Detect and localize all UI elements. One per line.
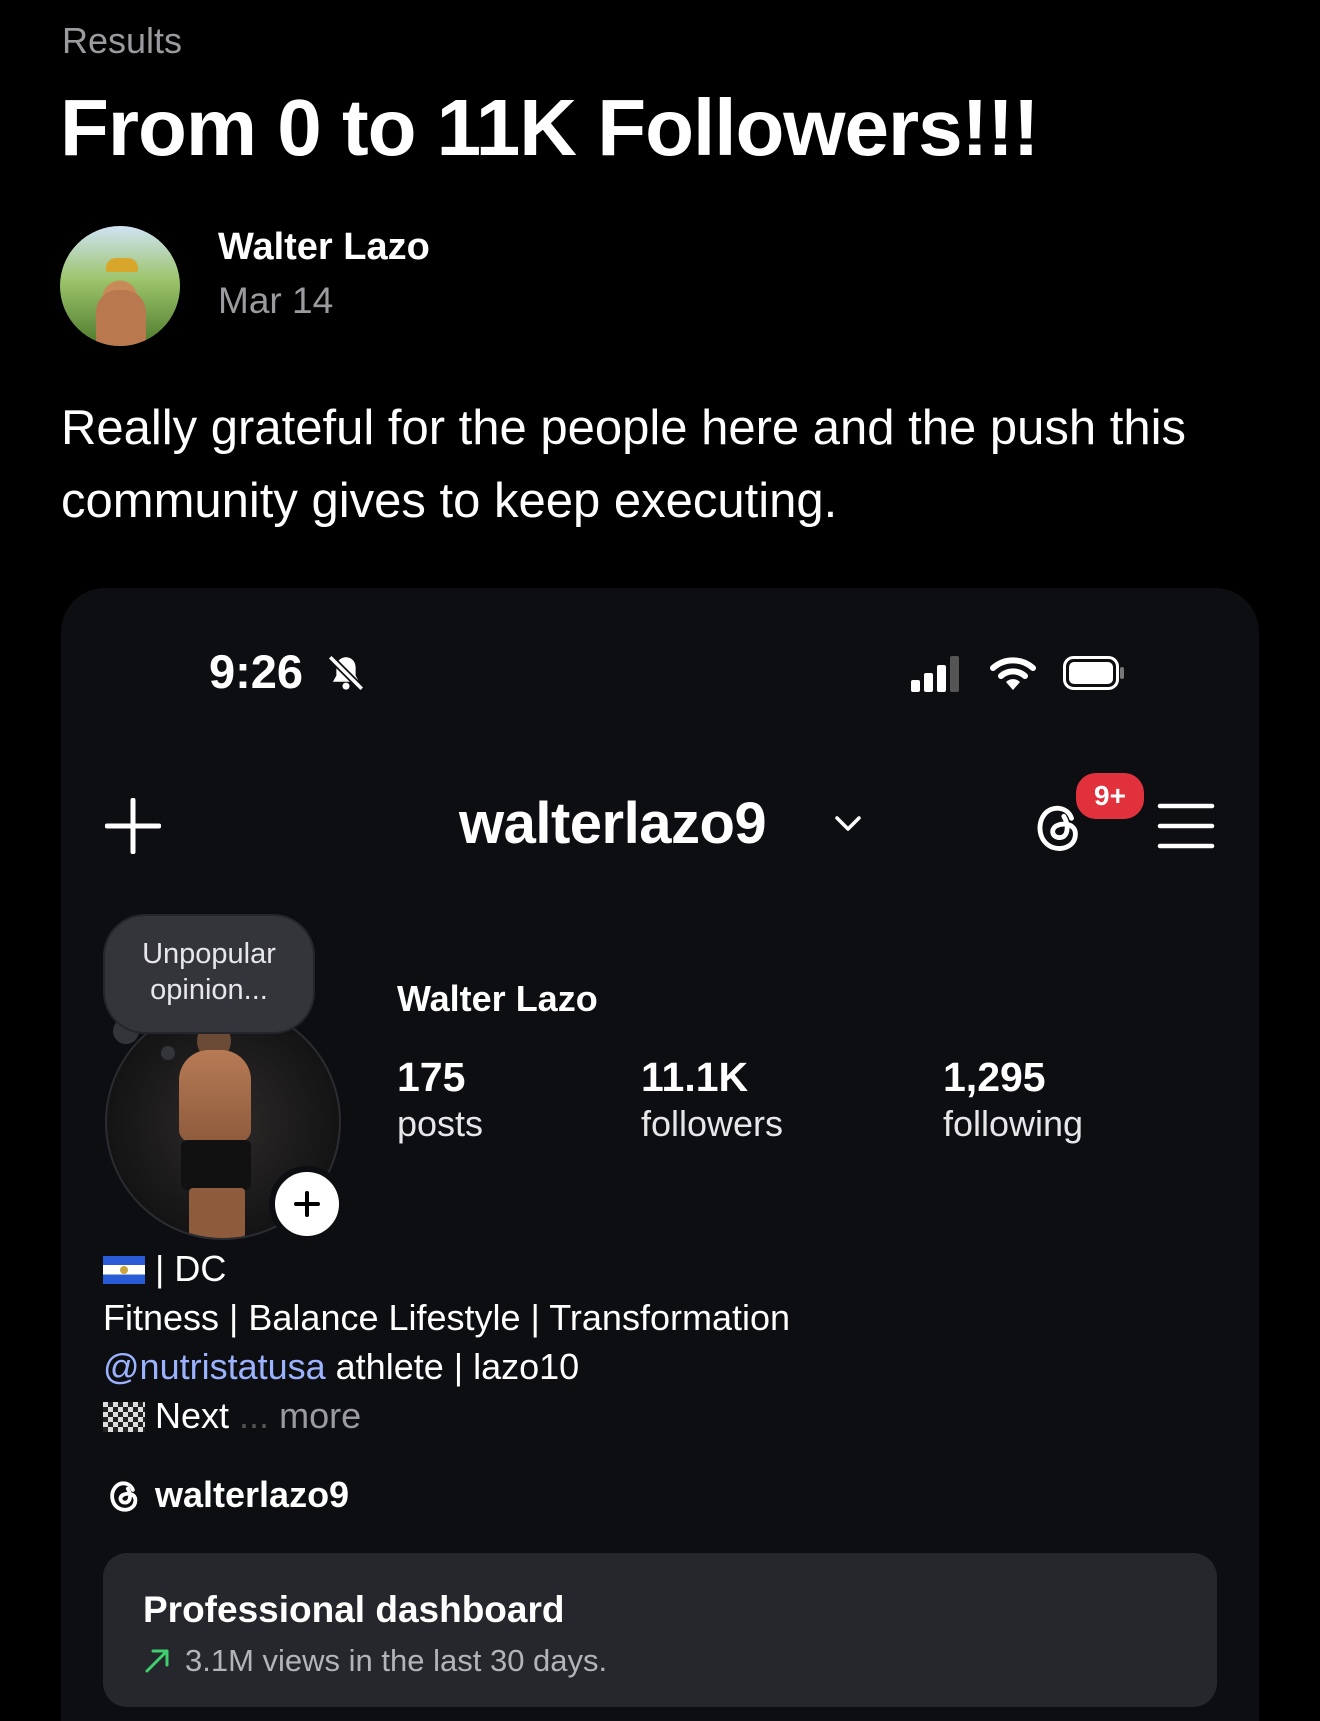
bio-ellipsis: ...	[239, 1395, 270, 1436]
dashboard-subtitle: 3.1M views in the last 30 days.	[185, 1643, 608, 1678]
post-title: From 0 to 11K Followers!!!	[60, 83, 1040, 172]
note-bubble-tail	[161, 1046, 175, 1060]
posts-stat[interactable]: 175 posts	[397, 1054, 483, 1145]
trend-up-arrow-icon	[145, 1649, 169, 1673]
post-body: Really grateful for the people here and …	[61, 401, 1187, 528]
threads-handle: walterlazo9	[155, 1474, 350, 1515]
author-name[interactable]: Walter Lazo	[218, 226, 430, 269]
bio-next-text: Next	[155, 1395, 230, 1436]
bio-mention-link[interactable]: @nutristatusa	[103, 1346, 326, 1387]
bio-line-next: Next ... more	[103, 1391, 790, 1440]
menu-icon[interactable]	[1157, 800, 1215, 852]
following-label: following	[943, 1103, 1084, 1144]
bio-more-link[interactable]: more	[279, 1395, 361, 1436]
dashboard-subtitle-row: 3.1M views in the last 30 days.	[143, 1643, 607, 1679]
bio-mention-rest: athlete | lazo10	[325, 1346, 580, 1387]
professional-dashboard-card[interactable]: Professional dashboard 3.1M views in the…	[103, 1553, 1217, 1707]
following-count: 1,295	[943, 1054, 1046, 1100]
bio-location-text: | DC	[155, 1248, 227, 1289]
profile-bio: | DC Fitness | Balance Lifestyle | Trans…	[103, 1244, 790, 1440]
post-date: Mar 14	[218, 280, 334, 321]
followers-label: followers	[641, 1103, 784, 1144]
create-plus-icon[interactable]	[105, 798, 161, 854]
threads-profile-link[interactable]: walterlazo9	[105, 1474, 349, 1516]
threads-icon	[110, 1481, 138, 1512]
signal-icon	[911, 656, 959, 692]
posts-label: posts	[397, 1103, 484, 1144]
posts-count: 175	[397, 1054, 466, 1100]
note-bubble[interactable]: Unpopular opinion...	[105, 916, 313, 1032]
bio-line-mention: @nutristatusa athlete | lazo10	[103, 1342, 790, 1391]
post-category[interactable]: Results	[62, 20, 182, 62]
followers-stat[interactable]: 11.1K followers	[641, 1054, 783, 1145]
post-page: Results From 0 to 11K Followers!!! Walte…	[0, 0, 1320, 1721]
el-salvador-flag-icon	[103, 1256, 145, 1284]
notification-badge[interactable]: 9+	[1073, 770, 1147, 822]
add-story-button[interactable]	[269, 1166, 345, 1242]
followers-count: 11.1K	[641, 1054, 749, 1100]
bio-line-tagline: Fitness | Balance Lifestyle | Transforma…	[103, 1297, 791, 1338]
bio-line-location: | DC	[103, 1244, 790, 1293]
wifi-icon	[990, 657, 1036, 690]
plus-icon	[294, 1191, 320, 1217]
embedded-screenshot[interactable]: 9:26 walterlazo9 9+ Unpopular opinion...…	[61, 588, 1259, 1721]
battery-icon	[1063, 656, 1124, 690]
profile-username[interactable]: walterlazo9	[459, 790, 767, 857]
author-avatar[interactable]	[60, 226, 180, 346]
checkered-flag-icon	[103, 1402, 145, 1432]
note-text: Unpopular opinion...	[142, 938, 276, 1006]
following-stat[interactable]: 1,295 following	[943, 1054, 1083, 1145]
status-time: 9:26	[209, 645, 304, 698]
chevron-down-icon[interactable]	[833, 812, 863, 836]
bell-slash-icon	[327, 654, 365, 692]
display-name: Walter Lazo	[397, 978, 598, 1019]
dashboard-title: Professional dashboard	[143, 1589, 565, 1630]
